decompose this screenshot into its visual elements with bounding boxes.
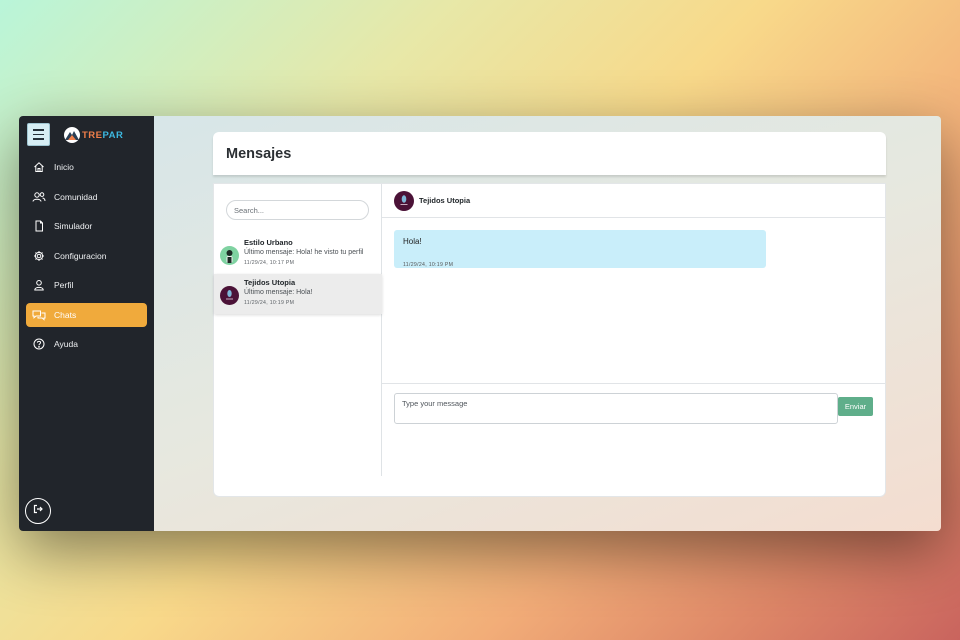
sidebar-item-chats[interactable]: Chats [26, 302, 147, 327]
sidebar-item-comunidad[interactable]: Comunidad [26, 185, 147, 209]
message-input[interactable] [394, 393, 838, 424]
chat-panel: Tejidos Utopia Hola! 11/29/24, 10:19 PM … [382, 184, 885, 496]
sidebar-item-label: Perfil [54, 280, 74, 290]
sidebar-item-perfil[interactable]: Perfil [26, 273, 147, 297]
sidebar-item-ayuda[interactable]: Ayuda [26, 332, 147, 356]
message-time: 11/29/24, 10:19 PM [403, 262, 454, 268]
message-area: Hola! 11/29/24, 10:19 PM [382, 218, 885, 384]
help-icon [32, 337, 46, 351]
conversation-time: 11/29/24, 10:17 PM [244, 260, 295, 266]
sidebar-item-configuracion[interactable]: Configuracion [26, 244, 147, 268]
chat-contact-name: Tejidos Utopia [419, 196, 471, 205]
sidebar-item-label: Simulador [54, 221, 93, 231]
logo[interactable]: TREPAR [64, 127, 123, 143]
page-title: Mensajes [226, 145, 292, 162]
sidebar-item-simulador[interactable]: Simulador [26, 214, 147, 238]
gear-icon [32, 249, 46, 263]
conversation-last-message: Último mensaje: Hola! [244, 289, 313, 296]
file-icon [32, 219, 46, 233]
user-icon [32, 278, 46, 292]
sidebar-item-label: Configuracion [54, 250, 107, 261]
message-composer: Enviar [382, 384, 885, 464]
home-icon [32, 160, 46, 174]
main-content: Mensajes Estilo Urbano Último mensaje: H… [154, 116, 941, 531]
avatar [220, 246, 239, 265]
users-icon [32, 190, 46, 204]
chat-icon [32, 308, 46, 322]
conversation-name: Estilo Urbano [244, 238, 293, 247]
menu-bar-top [33, 129, 44, 131]
hamburger-menu-button[interactable] [27, 123, 50, 146]
avatar [394, 190, 414, 211]
menu-bar-bottom [33, 138, 44, 140]
message-bubble: Hola! 11/29/24, 10:19 PM [394, 230, 766, 268]
conversation-last-message: Último mensaje: Hola! he visto tu perfil [244, 249, 364, 256]
sidebar-item-label: Inicio [54, 162, 74, 172]
messages-card: Estilo Urbano Último mensaje: Hola! he v… [213, 183, 886, 497]
chat-header: Tejidos Utopia [382, 184, 885, 218]
avatar [220, 286, 239, 305]
logout-icon [32, 502, 44, 520]
conversation-item-estilo-urbano[interactable]: Estilo Urbano Último mensaje: Hola! he v… [214, 234, 382, 274]
menu-bar-middle [33, 133, 44, 136]
logo-text: TREPAR [82, 130, 123, 141]
page-header: Mensajes [213, 132, 886, 175]
conversation-list: Estilo Urbano Último mensaje: Hola! he v… [214, 234, 382, 314]
sidebar-item-label: Chats [54, 309, 77, 320]
send-button[interactable]: Enviar [838, 397, 873, 416]
app-window: TREPAR Inicio Comunidad Simulador Config… [19, 116, 941, 531]
sidebar-item-label: Ayuda [54, 339, 78, 349]
conversation-panel: Estilo Urbano Último mensaje: Hola! he v… [214, 184, 382, 476]
logout-button[interactable] [25, 498, 51, 524]
sidebar-nav: Inicio Comunidad Simulador Configuracion [26, 155, 147, 362]
mountain-logo-icon [64, 127, 80, 143]
search-input[interactable] [226, 200, 369, 220]
conversation-item-tejidos-utopia[interactable]: Tejidos Utopia Último mensaje: Hola! 11/… [214, 274, 382, 314]
conversation-time: 11/29/24, 10:19 PM [244, 300, 295, 306]
conversation-name: Tejidos Utopia [244, 278, 296, 287]
sidebar-item-inicio[interactable]: Inicio [26, 155, 147, 179]
message-text: Hola! [403, 237, 422, 246]
sidebar: TREPAR Inicio Comunidad Simulador Config… [19, 116, 154, 531]
logo-text-right: PAR [102, 129, 124, 141]
logo-text-left: TRE [82, 129, 103, 141]
sidebar-item-label: Comunidad [54, 191, 98, 202]
